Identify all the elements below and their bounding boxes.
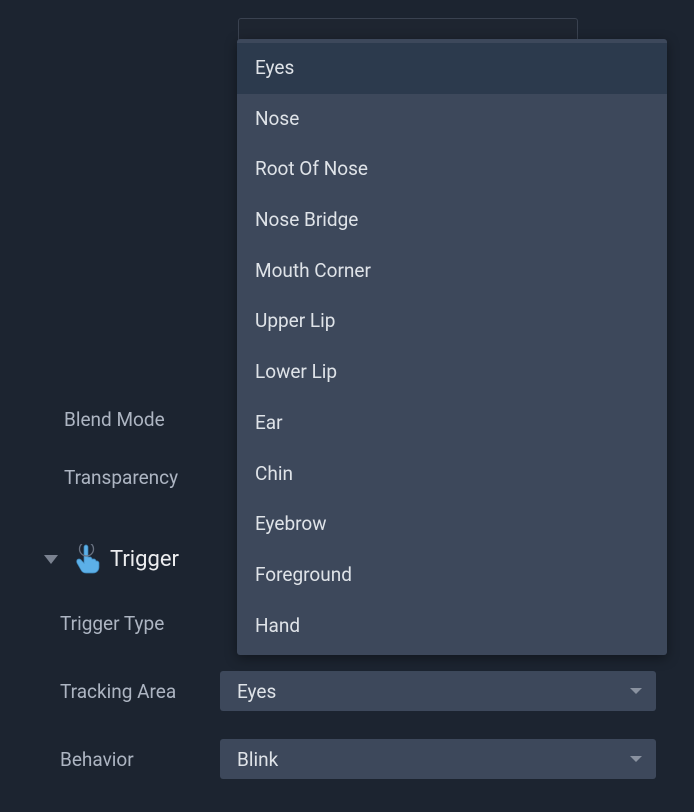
tracking-area-option[interactable]: Upper Lip (237, 296, 667, 347)
blend-mode-label: Blend Mode (44, 408, 206, 431)
tracking-area-value: Eyes (237, 680, 276, 703)
behavior-label: Behavior (44, 748, 206, 771)
tracking-area-option[interactable]: Lower Lip (237, 347, 667, 398)
tracking-area-dropdown-list[interactable]: EyesNoseRoot Of NoseNose BridgeMouth Cor… (237, 39, 667, 655)
tracking-area-option[interactable]: Foreground (237, 550, 667, 601)
tracking-area-option[interactable]: Mouth Corner (237, 246, 667, 297)
section-toggle-icon[interactable] (44, 555, 58, 564)
chevron-down-icon (630, 688, 642, 694)
tracking-area-option[interactable]: Eyes (237, 43, 667, 94)
transparency-label: Transparency (44, 466, 206, 489)
tracking-area-row: Tracking Area Eyes (44, 657, 684, 725)
trigger-section-title: Trigger (110, 547, 179, 572)
tracking-area-option[interactable]: Chin (237, 449, 667, 500)
behavior-row: Behavior Blink (44, 725, 684, 793)
inspector-panel: EyesNoseRoot Of NoseNose BridgeMouth Cor… (0, 0, 694, 18)
trigger-pointer-icon (72, 544, 102, 574)
behavior-select[interactable]: Blink (220, 739, 656, 779)
tracking-area-label: Tracking Area (44, 680, 206, 703)
tracking-area-option[interactable]: Root Of Nose (237, 144, 667, 195)
tracking-area-option[interactable]: Nose (237, 94, 667, 145)
tracking-area-select[interactable]: Eyes (220, 671, 656, 711)
behavior-value: Blink (237, 748, 278, 771)
tracking-area-option[interactable]: Nose Bridge (237, 195, 667, 246)
trigger-type-label: Trigger Type (44, 612, 206, 635)
tracking-area-option[interactable]: Eyebrow (237, 499, 667, 550)
tracking-area-option[interactable]: Ear (237, 398, 667, 449)
chevron-down-icon (630, 756, 642, 762)
tracking-area-option[interactable]: Hand (237, 601, 667, 652)
